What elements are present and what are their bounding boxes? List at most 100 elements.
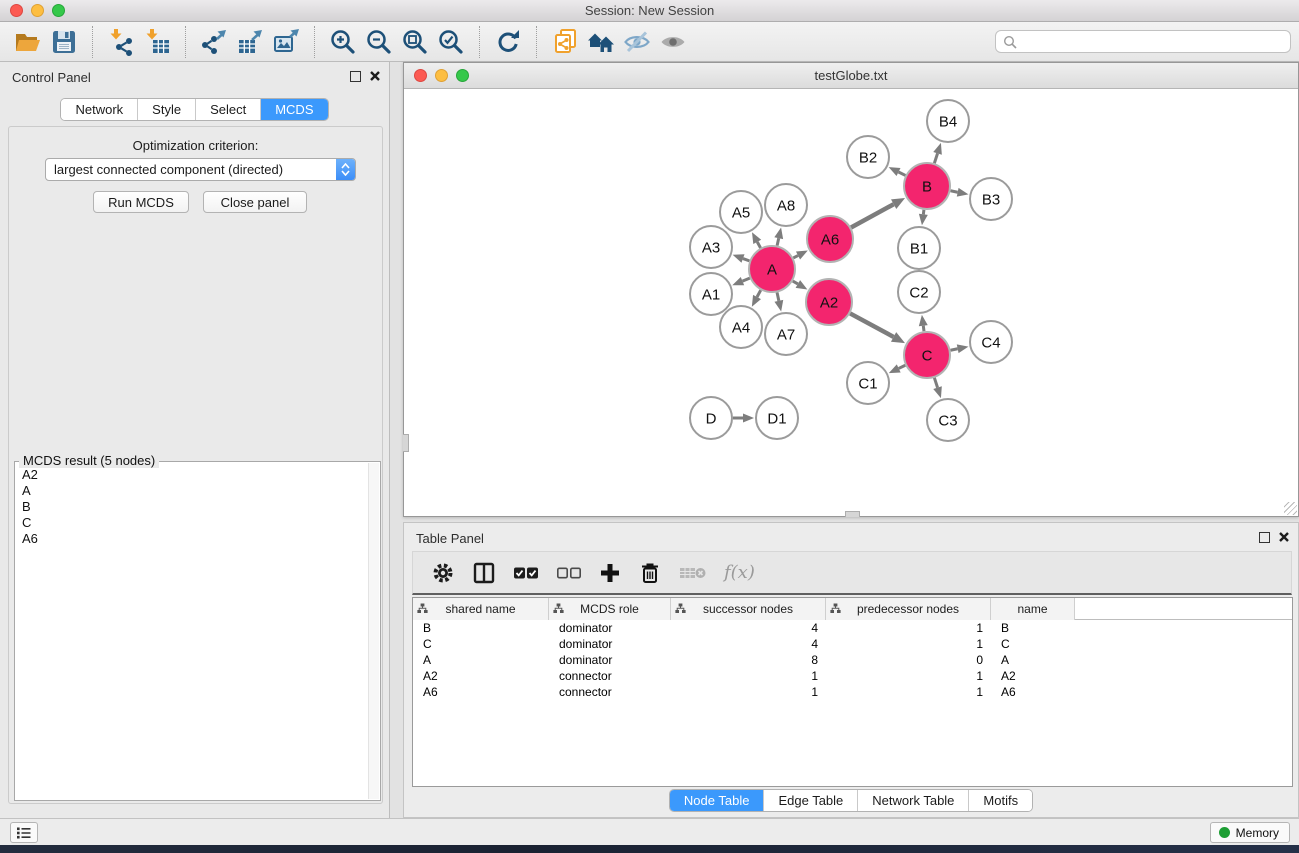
close-panel-icon[interactable]	[369, 70, 381, 82]
tab-node-table[interactable]: Node Table	[670, 790, 764, 811]
edge-A-A4[interactable]	[757, 290, 761, 297]
table-panel: Table Panel	[403, 522, 1299, 818]
birdseye-handle-bottom[interactable]	[845, 511, 860, 517]
show-all-eye-icon[interactable]	[655, 25, 691, 59]
node-label: B1	[910, 240, 928, 257]
zoom-fit-icon[interactable]	[397, 25, 433, 59]
show-columns-icon[interactable]	[472, 561, 496, 585]
result-item[interactable]: A	[16, 483, 367, 499]
run-mcds-button[interactable]: Run MCDS	[93, 191, 189, 213]
float-panel-icon[interactable]	[350, 71, 361, 82]
edge-B-B1[interactable]	[923, 210, 924, 214]
table-toolbar: f(x)	[412, 551, 1292, 595]
edge-A-A8[interactable]	[777, 238, 779, 245]
search-input[interactable]	[1017, 33, 1290, 51]
column-header-predecessor-nodes[interactable]: predecessor nodes	[826, 598, 991, 620]
edge-A-A7[interactable]	[777, 292, 779, 300]
edge-A-A3[interactable]	[743, 259, 749, 261]
edge-C-C1[interactable]	[899, 365, 906, 368]
column-header-shared-name[interactable]: shared name	[413, 598, 549, 620]
memory-status-dot	[1219, 827, 1230, 838]
refresh-icon[interactable]	[490, 25, 526, 59]
column-header-label: predecessor nodes	[857, 602, 959, 616]
result-item[interactable]: C	[16, 515, 367, 531]
import-table-icon[interactable]	[139, 25, 175, 59]
open-session-icon[interactable]	[10, 25, 46, 59]
birdseye-handle-left[interactable]	[403, 434, 409, 452]
edge-C-C2[interactable]	[923, 326, 924, 331]
close-panel-button[interactable]: Close panel	[203, 191, 307, 213]
optimization-criterion-select[interactable]: largest connected component (directed)	[45, 158, 356, 181]
tab-network[interactable]: Network	[61, 99, 137, 120]
column-header-MCDS-role[interactable]: MCDS role	[549, 598, 671, 620]
settings-gear-icon[interactable]	[431, 561, 455, 585]
delete-columns-icon[interactable]	[638, 561, 662, 585]
table-row[interactable]: Cdominator41C	[413, 636, 1292, 652]
select-all-checkboxes-icon[interactable]	[513, 565, 539, 581]
table-tabs: Node TableEdge TableNetwork TableMotifs	[669, 789, 1033, 812]
zoom-window-button[interactable]	[52, 4, 65, 17]
edge-B-B3[interactable]	[951, 191, 958, 192]
export-network-icon[interactable]	[196, 25, 232, 59]
table-row[interactable]: A2connector11A2	[413, 668, 1292, 684]
search-box[interactable]	[995, 30, 1291, 53]
edge-B-B4[interactable]	[934, 153, 937, 163]
save-session-icon[interactable]	[46, 25, 82, 59]
minimize-network-window-button[interactable]	[435, 69, 448, 82]
hide-selected-eye-icon[interactable]	[619, 25, 655, 59]
edge-A2-C[interactable]	[850, 313, 893, 337]
minimize-window-button[interactable]	[31, 4, 44, 17]
optimization-criterion-label: Optimization criterion:	[9, 138, 382, 153]
edge-A-A2[interactable]	[793, 281, 798, 284]
new-network-from-selection-icon[interactable]	[547, 25, 583, 59]
result-scrollbar[interactable]	[368, 463, 379, 799]
network-window-titlebar[interactable]: testGlobe.txt	[404, 63, 1298, 89]
close-table-panel-icon[interactable]	[1278, 531, 1290, 543]
zoom-network-window-button[interactable]	[456, 69, 469, 82]
close-network-window-button[interactable]	[414, 69, 427, 82]
edge-C-C4[interactable]	[951, 349, 958, 350]
table-row[interactable]: Adominator80A	[413, 652, 1292, 668]
result-item[interactable]: B	[16, 499, 367, 515]
layout-homes-icon[interactable]	[583, 25, 619, 59]
table-row[interactable]: A6connector11A6	[413, 684, 1292, 700]
zoom-out-icon[interactable]	[361, 25, 397, 59]
column-header-successor-nodes[interactable]: successor nodes	[671, 598, 826, 620]
edge-B-B2[interactable]	[899, 172, 906, 175]
memory-button[interactable]: Memory	[1210, 822, 1290, 843]
table-cell: C	[413, 637, 549, 651]
task-history-button[interactable]	[10, 822, 38, 843]
zoom-selected-icon[interactable]	[433, 25, 469, 59]
table-row[interactable]: Bdominator41B	[413, 620, 1292, 636]
column-header-name[interactable]: name	[991, 598, 1075, 620]
column-header-label: name	[1017, 602, 1047, 616]
import-network-icon[interactable]	[103, 25, 139, 59]
close-window-button[interactable]	[10, 4, 23, 17]
edge-arrow	[733, 254, 745, 262]
toolbar-separator	[185, 26, 186, 58]
add-column-icon[interactable]	[599, 562, 621, 584]
deselect-all-checkboxes-icon[interactable]	[556, 565, 582, 581]
export-table-icon[interactable]	[232, 25, 268, 59]
node-table[interactable]: shared nameMCDS rolesuccessor nodes prede…	[412, 597, 1293, 787]
control-panel-tabs: NetworkStyleSelectMCDS	[60, 98, 328, 121]
edge-C-C3[interactable]	[934, 378, 937, 388]
result-item[interactable]: A6	[16, 531, 367, 547]
status-bar: Memory	[0, 818, 1299, 845]
tab-motifs[interactable]: Motifs	[968, 790, 1032, 811]
result-item[interactable]: A2	[16, 467, 367, 483]
edge-A-A6[interactable]	[793, 256, 798, 258]
tab-select[interactable]: Select	[195, 99, 260, 120]
tab-edge-table[interactable]: Edge Table	[763, 790, 857, 811]
edge-A-A1[interactable]	[742, 278, 749, 281]
zoom-in-icon[interactable]	[325, 25, 361, 59]
edge-A6-B[interactable]	[851, 204, 894, 227]
network-canvas[interactable]: B4B2BB3A8A5A6A3B1AC2A1A2A4A7C4CC1DD1C3	[404, 89, 1298, 516]
tab-network-table[interactable]: Network Table	[857, 790, 968, 811]
export-image-icon[interactable]	[268, 25, 304, 59]
tab-mcds[interactable]: MCDS	[260, 99, 327, 120]
edge-A-A5[interactable]	[757, 242, 760, 248]
float-table-panel-icon[interactable]	[1259, 532, 1270, 543]
tab-style[interactable]: Style	[137, 99, 195, 120]
resize-grip[interactable]	[1284, 502, 1297, 515]
